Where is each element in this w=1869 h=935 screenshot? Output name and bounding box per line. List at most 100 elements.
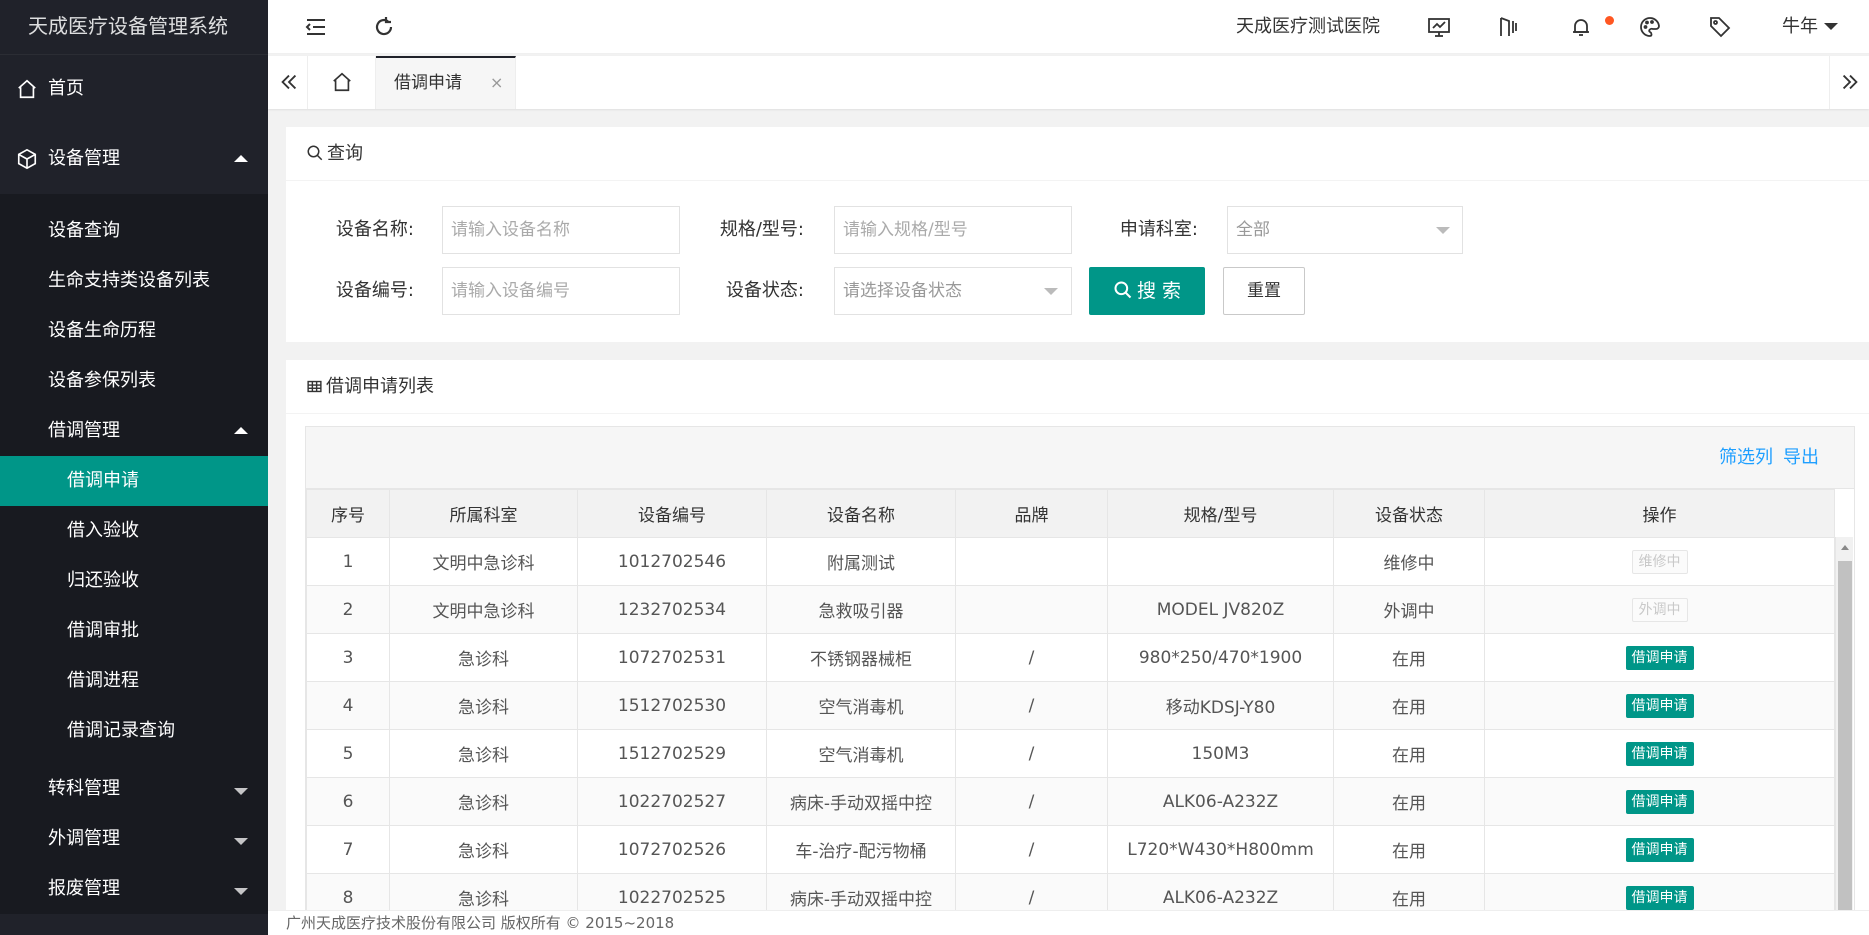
cell-spec: 150M3 bbox=[1107, 729, 1334, 778]
column-header[interactable]: 规格/型号 bbox=[1107, 489, 1334, 538]
cell-brand bbox=[955, 537, 1108, 586]
table-scrollbar[interactable] bbox=[1835, 537, 1853, 935]
sidebar-item-label: 首页 bbox=[48, 78, 84, 99]
table-row[interactable]: 5 急诊科 1512702529 空气消毒机 / 150M3 在用 借调申请 bbox=[306, 729, 1835, 778]
department-select[interactable]: 全部 bbox=[1227, 206, 1463, 254]
cell-index: 2 bbox=[306, 585, 390, 634]
cell-name: 附属测试 bbox=[766, 537, 956, 586]
cell-spec bbox=[1107, 537, 1334, 586]
device-submenu: 设备查询 生命支持类设备列表 设备生命历程 设备参保列表 借调管理 借调申请 借… bbox=[0, 194, 268, 914]
cell-status: 在用 bbox=[1333, 825, 1485, 874]
column-header[interactable]: 操作 bbox=[1484, 489, 1835, 538]
tag-icon[interactable] bbox=[1708, 15, 1732, 39]
cell-code: 1012702546 bbox=[577, 537, 767, 586]
borrow-request-button[interactable]: 借调申请 bbox=[1625, 645, 1694, 670]
cell-department: 急诊科 bbox=[389, 729, 578, 778]
sidebar-item-insurance-list[interactable]: 设备参保列表 bbox=[0, 356, 268, 406]
sidebar-item-borrow-request[interactable]: 借调申请 bbox=[0, 456, 268, 506]
bell-icon[interactable] bbox=[1569, 15, 1593, 39]
tab-borrow-request[interactable]: 借调申请 × bbox=[376, 56, 516, 109]
borrow-request-button[interactable]: 借调申请 bbox=[1625, 789, 1694, 814]
cell-action: 外调中 bbox=[1484, 585, 1835, 634]
close-icon[interactable]: × bbox=[490, 58, 503, 108]
menu-fold-icon[interactable] bbox=[304, 15, 328, 39]
spec-input[interactable] bbox=[834, 206, 1072, 254]
spec-label: 规格/型号: bbox=[719, 219, 804, 240]
cell-code: 1022702527 bbox=[577, 777, 767, 826]
cell-name: 不锈钢器械柜 bbox=[766, 633, 956, 682]
cell-brand: / bbox=[955, 729, 1108, 778]
sidebar-item-life-support-list[interactable]: 生命支持类设备列表 bbox=[0, 256, 268, 306]
column-header[interactable]: 设备状态 bbox=[1333, 489, 1485, 538]
borrow-request-button[interactable]: 借调申请 bbox=[1625, 837, 1694, 862]
sidebar-item-borrow-in-acceptance[interactable]: 借入验收 bbox=[0, 506, 268, 556]
cell-brand: / bbox=[955, 777, 1108, 826]
sidebar-item-borrow-progress[interactable]: 借调进程 bbox=[0, 656, 268, 706]
cell-code: 1072702526 bbox=[577, 825, 767, 874]
status-disabled-button: 维修中 bbox=[1631, 549, 1688, 574]
search-button[interactable]: 搜 索 bbox=[1089, 267, 1205, 315]
cell-code: 1072702531 bbox=[577, 633, 767, 682]
chevron-down-icon bbox=[234, 888, 248, 895]
device-status-select[interactable]: 请选择设备状态 bbox=[834, 267, 1072, 315]
hospital-name: 天成医疗测试医院 bbox=[1236, 16, 1380, 37]
user-menu[interactable]: 牛年 bbox=[1782, 0, 1838, 54]
column-header[interactable]: 序号 bbox=[306, 489, 390, 538]
double-chevron-left-icon bbox=[281, 74, 297, 90]
sidebar-item-scrap-management[interactable]: 报废管理 bbox=[0, 864, 268, 914]
device-code-label: 设备编号: bbox=[335, 280, 414, 301]
sidebar-item-external-management[interactable]: 外调管理 bbox=[0, 814, 268, 864]
screen-icon[interactable] bbox=[1427, 15, 1451, 39]
sidebar-item-device-management[interactable]: 设备管理 bbox=[0, 124, 268, 194]
scrollbar-thumb[interactable] bbox=[1838, 561, 1852, 935]
reset-button[interactable]: 重置 bbox=[1223, 267, 1305, 315]
tabs-scroll-right[interactable] bbox=[1829, 56, 1869, 109]
caret-down-icon bbox=[1044, 288, 1058, 295]
table-row[interactable]: 6 急诊科 1022702527 病床-手动双摇中控 / ALK06-A232Z… bbox=[306, 777, 1835, 826]
export-link[interactable]: 导出 bbox=[1783, 427, 1819, 489]
cell-status: 维修中 bbox=[1333, 537, 1485, 586]
column-header[interactable]: 所属科室 bbox=[389, 489, 578, 538]
table-row[interactable]: 1 文明中急诊科 1012702546 附属测试 维修中 维修中 bbox=[306, 537, 1835, 586]
borrow-request-button[interactable]: 借调申请 bbox=[1625, 693, 1694, 718]
tabs-scroll-left[interactable] bbox=[268, 56, 308, 109]
table-row[interactable]: 3 急诊科 1072702531 不锈钢器械柜 / 980*250/470*19… bbox=[306, 633, 1835, 682]
list-card-header: 借调申请列表 bbox=[286, 360, 1869, 414]
borrow-request-button[interactable]: 借调申请 bbox=[1625, 885, 1694, 910]
cell-index: 6 bbox=[306, 777, 390, 826]
borrow-request-button[interactable]: 借调申请 bbox=[1625, 741, 1694, 766]
sidebar-item-borrow-approval[interactable]: 借调审批 bbox=[0, 606, 268, 656]
device-name-input[interactable] bbox=[442, 206, 680, 254]
data-table: 筛选列 导出 序号 所属科室 设备编号 设备名称 品牌 规格/型号 设备状态 操… bbox=[305, 426, 1855, 935]
palette-icon[interactable] bbox=[1638, 15, 1662, 39]
column-header[interactable]: 品牌 bbox=[955, 489, 1108, 538]
cell-index: 5 bbox=[306, 729, 390, 778]
fullscreen-icon[interactable] bbox=[1497, 15, 1521, 39]
top-header: 天成医疗测试医院 牛年 bbox=[268, 0, 1869, 54]
sidebar-item-device-query[interactable]: 设备查询 bbox=[0, 206, 268, 256]
column-header[interactable]: 设备名称 bbox=[766, 489, 956, 538]
sidebar-item-borrow-management[interactable]: 借调管理 bbox=[0, 406, 268, 456]
refresh-icon[interactable] bbox=[372, 15, 396, 39]
sidebar-item-device-lifecycle[interactable]: 设备生命历程 bbox=[0, 306, 268, 356]
table-row[interactable]: 2 文明中急诊科 1232702534 急救吸引器 MODEL JV820Z 外… bbox=[306, 585, 1835, 634]
sidebar-item-return-acceptance[interactable]: 归还验收 bbox=[0, 556, 268, 606]
sidebar-item-transfer-management[interactable]: 转科管理 bbox=[0, 764, 268, 814]
chevron-down-icon bbox=[234, 838, 248, 845]
cell-department: 急诊科 bbox=[389, 777, 578, 826]
device-code-input[interactable] bbox=[442, 267, 680, 315]
cell-spec: ALK06-A232Z bbox=[1107, 777, 1334, 826]
cell-department: 文明中急诊科 bbox=[389, 585, 578, 634]
cell-name: 空气消毒机 bbox=[766, 729, 956, 778]
cell-index: 1 bbox=[306, 537, 390, 586]
filter-columns-link[interactable]: 筛选列 bbox=[1719, 427, 1773, 489]
table-row[interactable]: 4 急诊科 1512702530 空气消毒机 / 移动KDSJ-Y80 在用 借… bbox=[306, 681, 1835, 730]
cell-status: 外调中 bbox=[1333, 585, 1485, 634]
caret-down-icon bbox=[1436, 227, 1450, 234]
scroll-up-arrow-icon[interactable] bbox=[1841, 545, 1849, 550]
sidebar-item-borrow-records[interactable]: 借调记录查询 bbox=[0, 706, 268, 756]
table-row[interactable]: 7 急诊科 1072702526 车-治疗-配污物桶 / L720*W430*H… bbox=[306, 825, 1835, 874]
column-header[interactable]: 设备编号 bbox=[577, 489, 767, 538]
tab-home[interactable] bbox=[308, 56, 376, 109]
sidebar-item-home[interactable]: 首页 bbox=[0, 54, 268, 124]
